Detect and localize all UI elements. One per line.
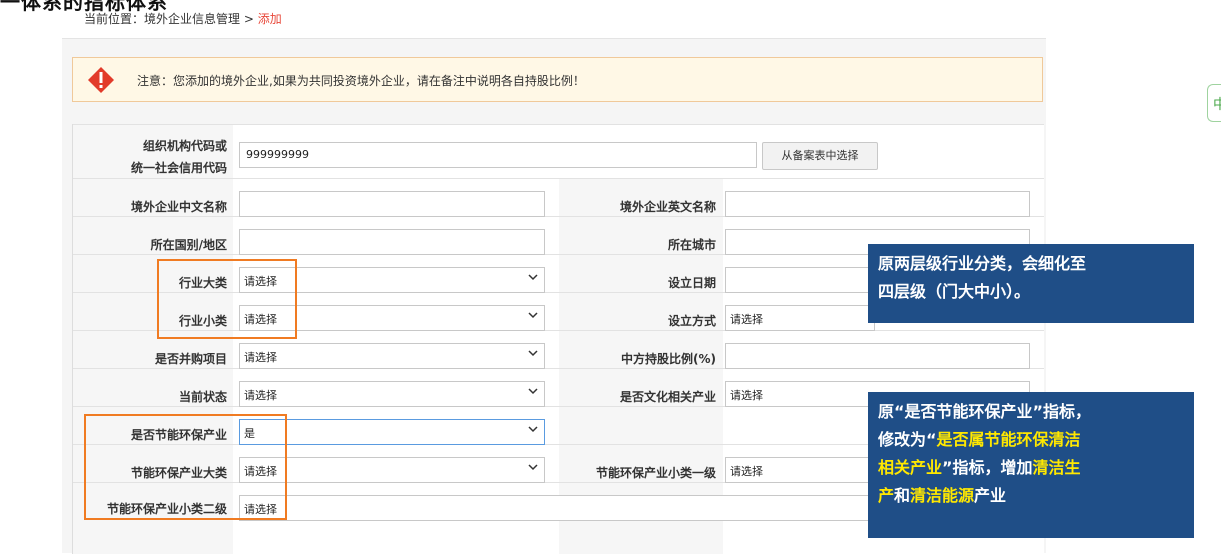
status-label: 当前状态 [178,390,227,404]
share-ratio-input[interactable] [725,343,1030,369]
merger-select[interactable]: 请选择 [239,343,545,369]
chevron-down-icon [528,464,538,471]
org-code-label-line2: 统一社会信用代码 [130,161,227,175]
culture-label: 是否文化相关产业 [619,390,716,404]
merger-label: 是否并购项目 [154,352,227,366]
status-select[interactable]: 请选择 [239,381,545,407]
warning-icon [88,67,114,93]
setup-method-select[interactable]: 请选择 [725,305,875,331]
notice-text: 注意：您添加的境外企业,如果为共同投资境外企业，请在备注中说明各自持股比例！ [137,74,585,88]
org-code-input[interactable]: 999999999 [239,142,757,168]
eco-minor1-label: 节能环保产业小类一级 [595,466,716,480]
eco-highlight-box [84,414,287,520]
setup-date-input[interactable] [725,267,875,293]
industry-highlight-box [157,259,297,339]
setup-method-label: 设立方式 [667,314,716,328]
breadcrumb: 当前位置：境外企业信息管理 > 添加 [84,10,282,27]
eco-minor1-select[interactable]: 请选择 [725,457,875,483]
industry-callout: 原两层级行业分类，会细化至 四层级（门大中小）。 [868,244,1194,323]
org-code-label: 组织机构代码或 [142,139,227,153]
side-language-tab[interactable]: 中 [1207,84,1221,122]
city-label: 所在城市 [667,238,716,252]
eco-minor2-select[interactable]: 请选择 [239,495,875,521]
eco-callout: 原“是否节能环保产业”指标， 修改为“是否属节能环保清洁 相关产业”指标，增加清… [868,392,1194,538]
chevron-down-icon [528,274,538,281]
en-name-input[interactable] [725,191,1030,217]
country-label: 所在国别/地区 [150,238,227,252]
side-tab-label: 中 [1213,97,1221,113]
notice-banner: 注意：您添加的境外企业,如果为共同投资境外企业，请在备注中说明各自持股比例！ [72,57,1043,102]
breadcrumb-current[interactable]: 添加 [258,12,282,26]
en-name-label: 境外企业英文名称 [619,200,716,214]
setup-date-label: 设立日期 [667,276,716,290]
chevron-down-icon [528,426,538,433]
share-ratio-label: 中方持股比例(%) [621,352,716,366]
select-from-record-button[interactable]: 从备案表中选择 [762,142,878,170]
cn-name-label: 境外企业中文名称 [130,200,227,214]
cn-name-input[interactable] [239,191,545,217]
chevron-down-icon [528,350,538,357]
country-input[interactable] [239,229,545,255]
chevron-down-icon [528,312,538,319]
chevron-down-icon [528,388,538,395]
breadcrumb-prefix: 当前位置：境外企业信息管理 > [84,12,258,26]
